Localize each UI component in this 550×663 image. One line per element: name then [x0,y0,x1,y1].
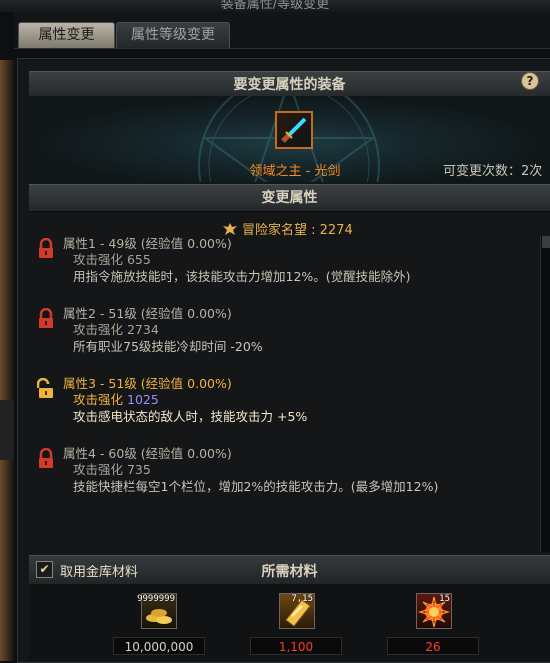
locked-icon[interactable] [37,308,55,330]
equipment-name: 领域之主 - 光剑 [249,164,341,179]
attribute-stat: 攻击强化 1025 [73,392,159,408]
material-slot-fire[interactable]: 15 [416,593,452,629]
material-badge: 7,15 [291,594,313,604]
attribute-effect: 技能快捷栏每空1个栏位，增加2%的技能攻击力。(最多增加12%) [73,479,439,494]
material-slot-gold[interactable]: 9999999 [137,593,177,629]
locked-icon[interactable] [37,448,55,470]
help-button[interactable]: ? [521,72,539,90]
material-badge: 15 [439,594,450,604]
material-required-gold: 10,000,000 [113,637,205,655]
material-badge: 9999999 [137,594,175,604]
materials-title: 所需材料 [261,564,318,580]
attribute-stat-label: 攻击强化 [73,392,124,407]
lightsaber-icon [281,117,307,143]
attribute-effect: 攻击感电状态的敌人时，技能攻击力 +5% [73,409,308,424]
background-strip [0,60,14,661]
attribute-stat-value: 1025 [127,392,159,407]
locked-icon[interactable] [37,238,55,260]
attribute-scrollbar[interactable] [540,236,550,552]
tab-attribute-level-change[interactable]: 属性等级变更 [116,22,230,48]
attribute-stat: 攻击强化 735 [73,462,151,477]
attribute-list: 属性1 - 49级 (经验值 0.00%) 攻击强化 655 用指令施放技能时，… [29,232,548,554]
material-required-fire: 26 [387,637,479,655]
change-section-header: 变更属性 [29,184,550,212]
attribute-stat: 攻击强化 2734 [73,322,159,337]
window-titlebar: 装备属性/等级变更 [0,0,550,12]
window-title: 装备属性/等级变更 [220,0,330,12]
changes-remaining: 可变更次数：2次 [443,164,543,179]
tab-bar: 属性变更 属性等级变更 [14,12,550,49]
attribute-effect: 用指令施放技能时，该技能攻击力增加12%。(觉醒技能除外) [73,269,411,284]
attribute-name: 属性4 - 60级 (经验值 0.00%) [63,446,232,461]
attribute-name: 属性1 - 49级 (经验值 0.00%) [63,236,232,251]
tab-attribute-change[interactable]: 属性变更 [18,22,115,48]
unlocked-icon[interactable] [37,378,55,400]
attribute-stat: 攻击强化 655 [73,252,151,267]
attribute-effect: 所有职业75级技能冷却时间 -20% [73,339,263,354]
attribute-name: 属性2 - 51级 (经验值 0.00%) [63,306,232,321]
materials-header-bar: ✔ 取用金库材料 所需材料 [29,555,550,584]
equip-section-header: 要变更属性的装备 [29,71,550,99]
attribute-name: 属性3 - 51级 (经验值 0.00%) [63,376,232,391]
material-slot-card[interactable]: 7,15 [279,593,315,629]
material-required-card: 1,100 [250,637,342,655]
equipped-weapon-slot[interactable] [275,111,313,149]
